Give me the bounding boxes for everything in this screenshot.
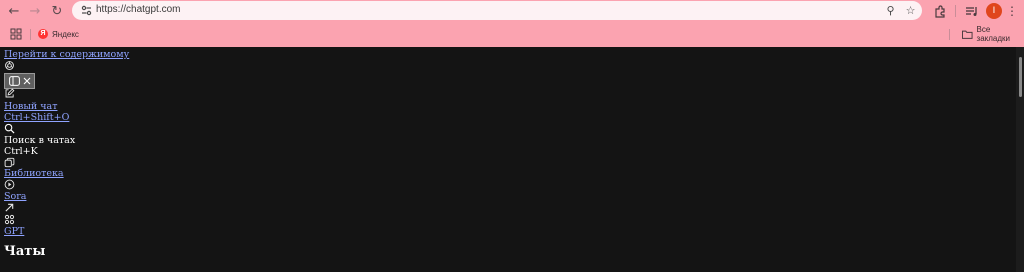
search-chats-shortcut: Ctrl+K [4,146,38,157]
library-link[interactable]: Библиотека [4,168,64,180]
apps-grid-icon[interactable] [10,28,22,40]
all-bookmarks-label: Все закладки [976,25,1011,43]
zoom-icon[interactable]: ⚲ [884,4,897,17]
forward-button[interactable]: → [27,3,43,19]
address-bar[interactable]: https://chatgpt.com ⚲ ☆ [72,1,922,20]
sidebar-toggle-button[interactable] [4,73,35,89]
search-chats-label[interactable]: Поиск в чатах [4,135,75,147]
bookmark-yandex[interactable]: Я Яндекс [38,27,79,41]
gpt-grid-icon[interactable] [4,214,15,225]
openai-logo-icon[interactable] [4,60,15,71]
back-button[interactable]: ← [6,3,22,19]
bookmarks-divider [949,29,950,40]
yandex-logo-icon: Я [38,29,48,39]
sidebar-panel-icon [8,76,20,86]
scrollbar-thumb[interactable] [1019,57,1022,97]
reload-button[interactable]: ↻ [49,3,65,19]
browser-toolbar: ← → ↻ https://chatgpt.com ⚲ ☆ I ⋮ [0,0,1024,22]
chats-heading: Чаты [4,244,46,259]
bookmark-label: Яндекс [52,29,79,39]
bookmarks-bar: Я Яндекс Все закладки [0,24,1024,45]
browser-chrome: ← → ↻ https://chatgpt.com ⚲ ☆ I ⋮ Я Янде… [0,0,1024,47]
bookmarks-divider [30,29,31,40]
library-icon[interactable] [4,157,15,168]
skip-to-content-link[interactable]: Перейти к содержимому [4,49,129,61]
folder-icon [962,30,973,39]
sora-play-icon[interactable] [4,179,15,190]
search-icon[interactable] [4,123,15,134]
bookmark-star-icon[interactable]: ☆ [904,4,917,17]
gpt-link[interactable]: GPT [4,226,24,238]
browser-menu-icon[interactable]: ⋮ [1004,3,1020,19]
all-bookmarks-button[interactable]: Все закладки [962,25,1024,43]
new-chat-shortcut[interactable]: Ctrl+Shift+O [4,112,69,124]
close-icon [23,77,30,85]
extensions-icon[interactable] [932,3,948,19]
url-text: https://chatgpt.com [96,4,181,15]
profile-avatar[interactable]: I [986,3,1002,19]
page-scrollbar[interactable] [1016,47,1024,272]
new-chat-link[interactable]: Новый чат [4,101,57,113]
toolbar-divider [955,5,956,17]
external-link-icon [5,203,14,212]
media-controls-icon[interactable] [964,3,980,19]
site-settings-icon[interactable] [80,4,93,17]
new-chat-icon[interactable] [4,88,15,99]
sora-link[interactable]: Sora [4,191,26,203]
page-content: Перейти к содержимому Новый чат Ctrl+Shi… [0,47,1014,272]
